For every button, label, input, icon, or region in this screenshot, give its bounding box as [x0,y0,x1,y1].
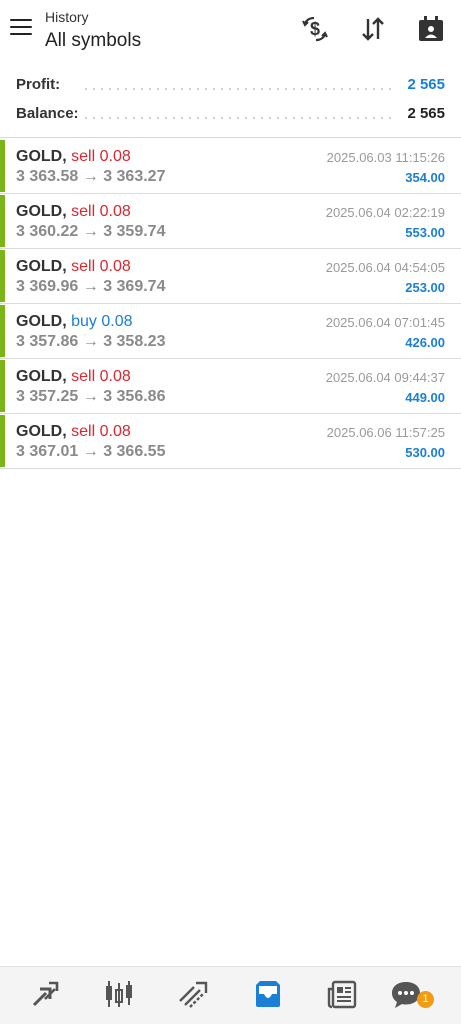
deal-side: sell [71,368,96,385]
deal-symbol: GOLD, [16,203,67,220]
arrow-right-icon: → [82,333,99,350]
arrow-right-icon: → [82,223,99,240]
deal-symbol: GOLD, [16,423,67,440]
deal-symbol: GOLD, [16,368,67,385]
deal-volume: 0.08 [101,313,133,330]
deal-profit: 449.00 [405,390,445,405]
profit-row: Profit: 2 565 [0,70,461,99]
deal-side: buy [71,313,97,330]
bottom-navigation: 1 [0,966,461,1024]
deal-open-price: 3 360.22 [16,223,79,240]
deal-title: GOLD, sell 0.08 [16,203,131,221]
deal-row[interactable]: GOLD, sell 0.08 3 357.25 → 3 356.86 2025.0… [0,359,461,414]
deal-accent-bar [0,140,5,192]
deal-open-price: 3 357.25 [16,388,79,405]
app-root: History All symbols $ Profit: 2 565 Bala… [0,0,461,1024]
quotes-icon[interactable] [28,977,62,1011]
arrow-right-icon: → [82,278,99,295]
history-icon[interactable] [251,977,285,1011]
deal-side: sell [71,203,96,220]
deal-profit: 553.00 [405,225,445,240]
trade-icon[interactable] [176,977,210,1011]
deal-row[interactable]: GOLD, sell 0.08 3 369.96 → 3 369.74 2025.0… [0,249,461,304]
dotted-leader [82,117,391,119]
deal-title: GOLD, sell 0.08 [16,368,131,386]
deal-close-price: 3 359.74 [103,223,166,240]
deal-volume: 0.08 [99,423,131,440]
header-title[interactable]: All symbols [45,30,141,52]
deal-volume: 0.08 [99,368,131,385]
account-summary: Profit: 2 565 Balance: 2 565 [0,70,461,128]
divider [0,137,461,138]
deal-side: sell [71,148,96,165]
deal-open-price: 3 367.01 [16,443,79,460]
deal-time: 2025.06.04 09:44:37 [325,370,445,385]
deal-accent-bar [0,305,5,357]
svg-text:$: $ [310,19,320,39]
dotted-leader [82,88,391,90]
deal-accent-bar [0,415,5,467]
deal-accent-bar [0,360,5,412]
deal-volume: 0.08 [99,203,131,220]
deal-time: 2025.06.04 04:54:05 [325,260,445,275]
deal-close-price: 3 363.27 [103,168,166,185]
deal-profit: 354.00 [405,170,445,185]
arrow-right-icon: → [82,388,99,405]
chart-icon[interactable] [102,977,136,1011]
news-icon[interactable] [325,977,359,1011]
deal-time: 2025.06.04 07:01:45 [325,315,445,330]
deal-accent-bar [0,195,5,247]
deal-prices: 3 369.96 → 3 369.74 [16,278,165,296]
deal-open-price: 3 363.58 [16,168,79,185]
arrow-right-icon: → [82,168,99,185]
deal-profit: 530.00 [405,445,445,460]
deal-volume: 0.08 [99,258,131,275]
deal-row[interactable]: GOLD, sell 0.08 3 360.22 → 3 359.74 2025.0… [0,194,461,249]
deal-symbol: GOLD, [16,258,67,275]
deal-row[interactable]: GOLD, sell 0.08 3 367.01 → 3 366.55 2025.0… [0,414,461,469]
deal-prices: 3 357.25 → 3 356.86 [16,388,165,406]
deal-open-price: 3 357.86 [16,333,79,350]
deal-close-price: 3 358.23 [103,333,166,350]
deal-prices: 3 360.22 → 3 359.74 [16,223,165,241]
hamburger-menu-icon[interactable] [10,19,34,39]
deal-close-price: 3 366.55 [103,443,166,460]
balance-value: 2 565 [407,105,445,122]
calendar-icon[interactable] [416,14,446,44]
deal-prices: 3 363.58 → 3 363.27 [16,168,165,186]
deal-title: GOLD, sell 0.08 [16,258,131,276]
notification-badge: 1 [417,991,434,1008]
deal-symbol: GOLD, [16,313,67,330]
deal-close-price: 3 356.86 [103,388,166,405]
deal-profit: 426.00 [405,335,445,350]
arrow-right-icon: → [82,443,99,460]
deal-side: sell [71,423,96,440]
deal-title: GOLD, sell 0.08 [16,148,131,166]
deal-profit: 253.00 [405,280,445,295]
deal-accent-bar [0,250,5,302]
sort-icon[interactable] [358,14,388,44]
top-app-bar: History All symbols $ [0,0,461,62]
deal-prices: 3 357.86 → 3 358.23 [16,333,165,351]
deals-list: GOLD, sell 0.08 3 363.58 → 3 363.27 2025.0… [0,139,461,469]
deal-title: GOLD, sell 0.08 [16,423,131,441]
deal-close-price: 3 369.74 [103,278,166,295]
deal-title: GOLD, buy 0.08 [16,313,133,331]
deal-time: 2025.06.03 11:15:26 [326,150,445,165]
balance-label: Balance: [16,105,79,122]
deal-time: 2025.06.04 02:22:19 [325,205,445,220]
deal-volume: 0.08 [99,148,131,165]
header-subtitle: History [45,9,89,25]
deal-time: 2025.06.06 11:57:25 [326,425,445,440]
profit-label: Profit: [16,76,61,93]
currency-exchange-icon[interactable]: $ [300,14,330,44]
deal-row[interactable]: GOLD, sell 0.08 3 363.58 → 3 363.27 2025.0… [0,139,461,194]
deal-row[interactable]: GOLD, buy 0.08 3 357.86 → 3 358.23 2025.06… [0,304,461,359]
deal-side: sell [71,258,96,275]
deal-symbol: GOLD, [16,148,67,165]
deal-open-price: 3 369.96 [16,278,79,295]
balance-row: Balance: 2 565 [0,99,461,128]
profit-value: 2 565 [407,76,445,93]
deal-prices: 3 367.01 → 3 366.55 [16,443,165,461]
